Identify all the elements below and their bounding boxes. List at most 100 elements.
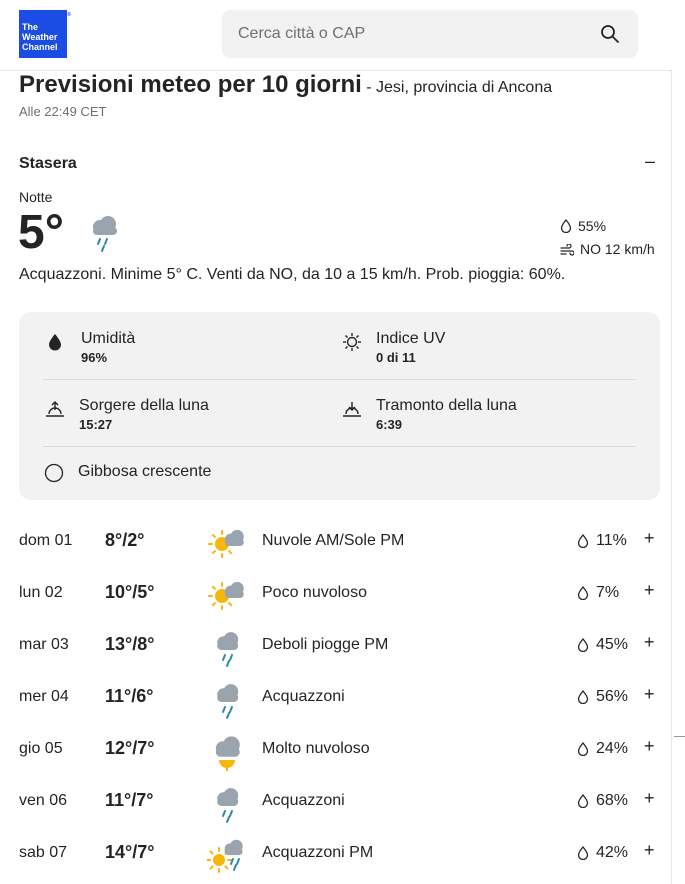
logo-line-1: The — [22, 22, 39, 32]
day-precip-chance: 7% — [596, 584, 620, 601]
location-name: - Jesi, provincia di Ancona — [366, 79, 553, 96]
tonight-humidity: 55% — [560, 218, 606, 234]
day-date: ven 06 — [19, 792, 68, 809]
moonset-icon — [343, 402, 361, 417]
forecast-day-row[interactable]: sab 07 14°/7° Acquazzoni PM 42% + — [0, 830, 672, 882]
day-condition: Deboli piogge PM — [262, 636, 389, 653]
day-precip-chance: 11% — [596, 532, 627, 549]
moonrise-value: 15:27 — [79, 417, 113, 432]
expand-day-button[interactable]: + — [644, 840, 655, 861]
partly-cloudy-day-icon — [208, 581, 244, 610]
droplet-icon — [577, 846, 589, 860]
collapse-button[interactable]: – — [640, 151, 660, 171]
droplet-icon — [560, 218, 572, 234]
forecast-card: Previsioni meteo per 10 giorni - Jesi, p… — [0, 70, 672, 884]
day-temp-range: 12°/7° — [105, 738, 155, 758]
tonight-narrative: Acquazzoni. Minime 5° C. Venti da NO, da… — [19, 266, 566, 283]
day-date: sab 07 — [19, 844, 68, 861]
day-temp-range: 10°/5° — [105, 582, 155, 602]
partly-cloudy-day-icon — [208, 529, 244, 558]
humidity-label: Umidità — [81, 330, 136, 347]
expand-day-button[interactable]: + — [644, 788, 655, 809]
day-precip-chance: 56% — [596, 688, 629, 705]
droplet-icon — [577, 742, 589, 756]
expand-day-button[interactable]: + — [644, 736, 655, 757]
uv-label: Indice UV — [376, 330, 446, 347]
day-date: mar 03 — [19, 636, 69, 653]
daypart-label: Notte — [19, 189, 53, 205]
search-input[interactable] — [238, 22, 578, 46]
day-temp-range: 11°/6° — [105, 686, 154, 706]
update-timestamp: Alle 22:49 CET — [19, 104, 107, 119]
details-panel: Umidità 96% Indice UV 0 di 11 Sorgere de… — [19, 312, 660, 500]
day-temp-range: 14°/7° — [105, 842, 155, 862]
search-icon[interactable] — [600, 24, 620, 44]
day-date: mer 04 — [19, 688, 69, 705]
tonight-wind-value: NO 12 km/h — [580, 241, 655, 257]
day-condition: Molto nuvoloso — [262, 740, 370, 757]
tonight-wind: NO 12 km/h — [560, 241, 655, 257]
day-date: gio 05 — [19, 740, 63, 757]
day-precip-chance: 42% — [596, 844, 629, 861]
panel-divider — [43, 379, 636, 380]
forecast-day-row[interactable]: ven 06 11°/7° Acquazzoni 68% + — [0, 778, 672, 830]
rain-showers-icon — [217, 684, 239, 719]
droplet-icon — [577, 534, 589, 548]
logo-line-3: Channel — [22, 42, 58, 52]
uv-value: 0 di 11 — [376, 350, 416, 365]
day-date: lun 02 — [19, 584, 63, 601]
expand-day-button[interactable]: + — [644, 528, 655, 549]
day-condition: Acquazzoni PM — [262, 844, 374, 861]
rain-showers-icon — [217, 632, 239, 667]
forecast-day-row[interactable]: gio 05 12°/7° Molto nuvoloso 24% + — [0, 726, 672, 778]
expand-day-button[interactable]: + — [644, 580, 655, 601]
wind-icon — [560, 243, 575, 256]
expand-day-button[interactable]: + — [644, 632, 655, 653]
tonight-heading: Stasera — [19, 155, 77, 172]
logo-registered-mark: ® — [67, 12, 71, 18]
moon-phase-icon — [44, 463, 64, 483]
forecast-day-row[interactable]: mar 03 13°/8° Deboli piogge PM 45% + — [0, 622, 672, 674]
day-condition: Acquazzoni — [262, 792, 345, 809]
humidity-value: 96% — [81, 350, 108, 365]
day-condition: Poco nuvoloso — [262, 584, 367, 601]
tonight-humidity-value: 55% — [578, 218, 607, 234]
day-temp-range: 8°/2° — [105, 530, 145, 550]
day-temp-range: 11°/7° — [105, 790, 154, 810]
moonset-label: Tramonto della luna — [376, 397, 517, 414]
day-precip-chance: 45% — [596, 636, 629, 653]
title-row: Previsioni meteo per 10 giorni - Jesi, p… — [19, 71, 552, 99]
day-precip-chance: 68% — [596, 792, 629, 809]
search-box[interactable] — [222, 10, 638, 58]
moonrise-icon — [46, 401, 64, 417]
droplet-icon — [577, 794, 589, 808]
day-condition: Acquazzoni — [262, 688, 345, 705]
site-header: The Weather Channel ® — [0, 0, 685, 70]
weather-channel-logo[interactable]: The Weather Channel ® — [19, 10, 71, 58]
forecast-day-row[interactable]: lun 02 10°/5° Poco nuvoloso 7% + — [0, 570, 672, 622]
day-temp-range: 13°/8° — [105, 634, 155, 654]
forecast-day-row[interactable]: mer 04 11°/6° Acquazzoni 56% + — [0, 674, 672, 726]
droplet-icon — [577, 638, 589, 652]
current-temperature: 5° — [18, 206, 64, 259]
moon-phase-label: Gibbosa crescente — [78, 463, 212, 480]
forecast-day-row[interactable]: dom 01 8°/2° Nuvole AM/Sole PM 11% + — [0, 518, 672, 570]
rain-showers-icon — [93, 216, 117, 252]
day-precip-chance: 24% — [596, 740, 629, 757]
sun-showers-icon — [207, 839, 243, 873]
moonset-value: 6:39 — [376, 417, 403, 432]
scroll-edge-marker — [674, 736, 685, 737]
humidity-drop-icon — [49, 334, 61, 351]
moonrise-label: Sorgere della luna — [79, 397, 209, 414]
uv-sun-icon — [343, 333, 361, 351]
droplet-icon — [577, 690, 589, 704]
droplet-icon — [577, 586, 589, 600]
day-condition: Nuvole AM/Sole PM — [262, 532, 405, 549]
page-title: Previsioni meteo per 10 giorni — [19, 71, 362, 98]
rain-showers-icon — [217, 788, 239, 823]
day-date: dom 01 — [19, 532, 73, 549]
mostly-cloudy-icon — [215, 736, 240, 771]
logo-line-2: Weather — [22, 32, 58, 42]
panel-divider — [43, 446, 636, 447]
expand-day-button[interactable]: + — [644, 684, 655, 705]
